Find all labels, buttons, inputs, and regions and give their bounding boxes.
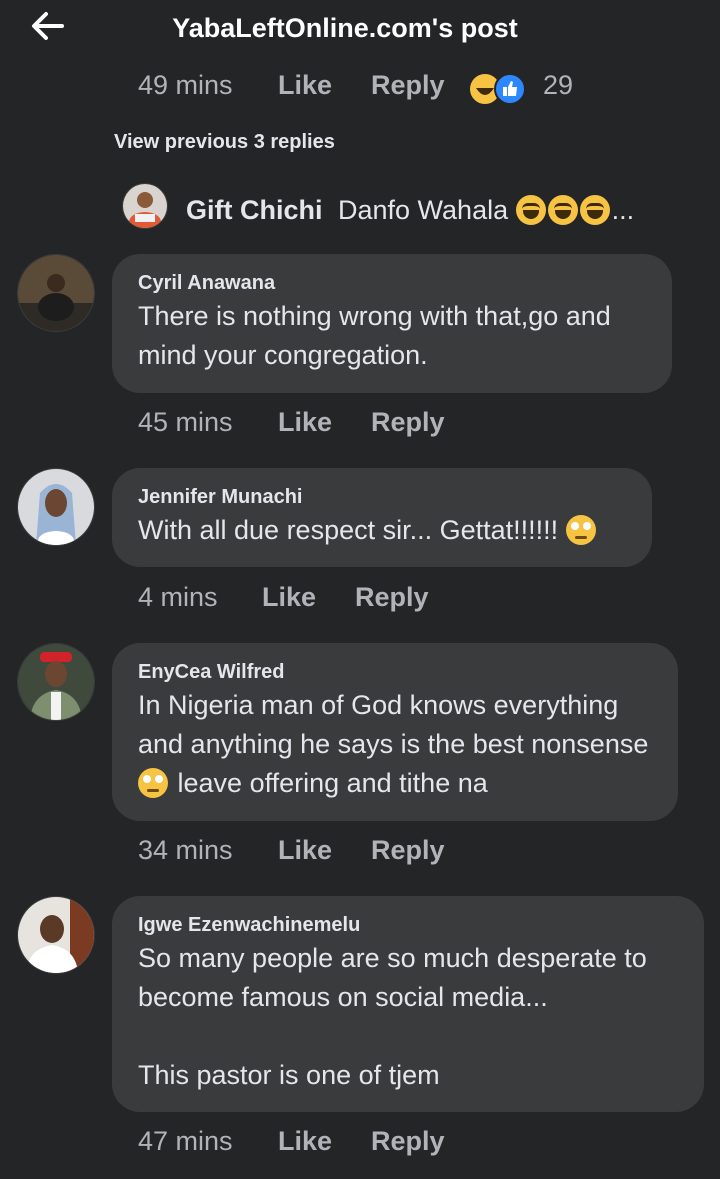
comment-text: There is nothing wrong with that,go and … (138, 301, 611, 370)
laughing-emoji-icon (515, 195, 546, 225)
page-title: YabaLeftOnline.com's post (172, 13, 518, 43)
comment-bubble[interactable]: Jennifer Munachi With all due respect si… (112, 468, 652, 567)
reply-text: Danfo Wahala ... (338, 195, 634, 226)
reply-button[interactable]: Reply (371, 70, 445, 101)
eye-roll-emoji-icon (138, 768, 168, 798)
comment-time: 49 mins (138, 70, 233, 100)
laughing-emoji-icon (547, 195, 578, 225)
comment-text: In Nigeria man of God knows everything a… (138, 686, 652, 803)
comment-actions: 47 mins Like Reply (138, 1126, 538, 1162)
like-button[interactable]: Like (278, 1126, 332, 1157)
comment-text: With all due respect sir... Gettat!!!!!! (138, 511, 626, 550)
avatar[interactable] (17, 643, 95, 721)
comment-actions: 34 mins Like Reply (138, 835, 538, 871)
reply-ellipsis: ... (611, 195, 635, 225)
reply-button[interactable]: Reply (371, 1126, 445, 1157)
like-button[interactable]: Like (262, 582, 316, 613)
laughing-emoji-icon (579, 195, 610, 225)
comment-author[interactable]: Igwe Ezenwachinemelu (138, 911, 678, 939)
reaction-count: 29 (543, 70, 574, 100)
avatar[interactable] (17, 254, 95, 332)
like-button[interactable]: Like (278, 835, 332, 866)
comment-time: 34 mins (138, 835, 233, 865)
view-previous-replies-link[interactable]: View previous 3 replies (114, 131, 335, 154)
comment-actions: 45 mins Like Reply (138, 407, 538, 443)
reply-preview[interactable]: Gift Chichi Danfo Wahala ... (122, 183, 702, 233)
reply-button[interactable]: Reply (371, 835, 445, 866)
comment-text-part: leave offering and tithe na (177, 768, 488, 798)
comment-bubble[interactable]: EnyCea Wilfred In Nigeria man of God kno… (112, 643, 678, 821)
like-button[interactable]: Like (278, 407, 332, 438)
avatar[interactable] (17, 468, 95, 546)
comment-text-body: With all due respect sir... Gettat!!!!!! (138, 515, 559, 545)
comment-time: 4 mins (138, 582, 218, 612)
avatar[interactable] (122, 183, 168, 229)
comment-text: So many people are so much desperate to … (138, 943, 647, 1090)
comment-bubble[interactable]: Cyril Anawana There is nothing wrong wit… (112, 254, 672, 393)
comment-bubble[interactable]: Igwe Ezenwachinemelu So many people are … (112, 896, 704, 1112)
avatar[interactable] (17, 896, 95, 974)
parent-comment-actions: 49 mins Like Reply 29 (138, 70, 698, 104)
comment-time: 45 mins (138, 407, 233, 437)
reply-button[interactable]: Reply (355, 582, 429, 613)
comment-author[interactable]: Jennifer Munachi (138, 483, 626, 511)
like-button[interactable]: Like (278, 70, 332, 101)
reply-author-name[interactable]: Gift Chichi (186, 195, 323, 226)
comment-author[interactable]: EnyCea Wilfred (138, 658, 652, 686)
eye-roll-emoji-icon (565, 515, 596, 545)
like-reaction-icon (494, 73, 526, 104)
reactions[interactable] (468, 72, 532, 104)
reply-text-body: Danfo Wahala (338, 195, 509, 225)
reply-button[interactable]: Reply (371, 407, 445, 438)
top-bar: YabaLeftOnline.com's post (0, 0, 720, 62)
comment-text-part: In Nigeria man of God knows everything a… (138, 690, 649, 759)
comment-author[interactable]: Cyril Anawana (138, 269, 646, 297)
comment-time: 47 mins (138, 1126, 233, 1156)
comment-actions: 4 mins Like Reply (138, 582, 538, 618)
